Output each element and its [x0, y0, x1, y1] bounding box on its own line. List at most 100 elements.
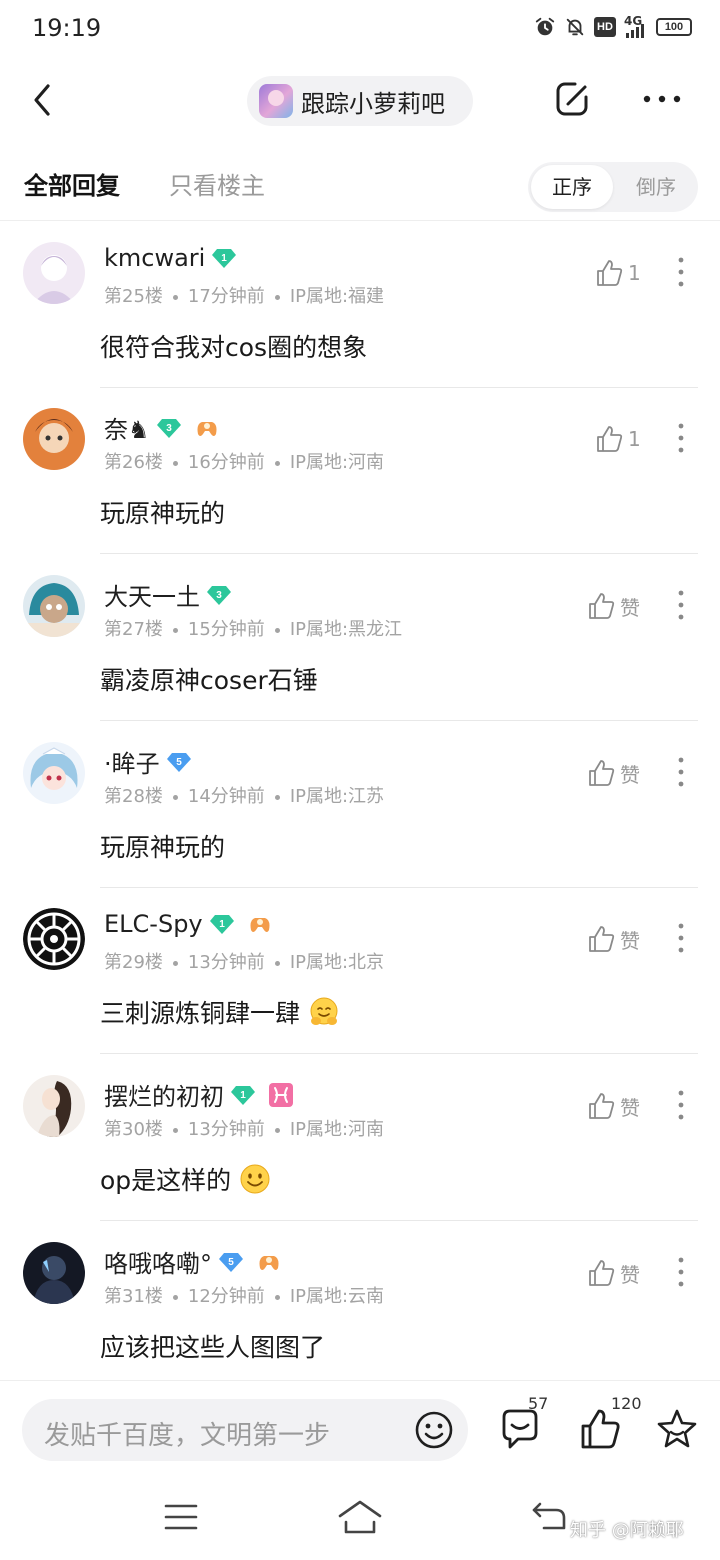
reply-item: 摆烂的初初 1 第30楼 13分钟前 IP属地:河南 op是这样的 赞: [0, 1055, 720, 1221]
username[interactable]: 摆烂的初初 1: [104, 1077, 294, 1112]
order-desc-button[interactable]: 倒序: [618, 165, 694, 209]
reply-text: 霸凌原神coser石锤: [100, 666, 318, 695]
smile-emoji-icon: [240, 1164, 270, 1194]
like-button[interactable]: 赞: [586, 588, 640, 624]
star-icon[interactable]: [656, 1408, 698, 1450]
back-nav-icon[interactable]: [530, 1500, 568, 1532]
comment-icon[interactable]: [498, 1407, 542, 1451]
back-icon[interactable]: [28, 80, 60, 120]
level-number: 3: [216, 590, 222, 601]
level-badge-icon: 1: [209, 915, 234, 934]
reply-text: 应该把这些人图图了: [100, 1333, 326, 1362]
divider: [100, 553, 698, 554]
reply-content[interactable]: op是这样的: [100, 1161, 271, 1197]
avatar[interactable]: [23, 908, 85, 970]
order-asc-button[interactable]: 正序: [531, 165, 613, 209]
username[interactable]: ELC-Spy 1: [104, 910, 273, 938]
reply-input-placeholder: 发贴千百度，文明第一步: [44, 1421, 331, 1451]
like-count-total: 120: [611, 1394, 642, 1413]
reply-meta: 第28楼 14分钟前 IP属地:江苏: [104, 782, 384, 808]
level-number: 1: [219, 919, 225, 930]
like-button[interactable]: 1: [594, 255, 641, 291]
avatar[interactable]: [23, 742, 85, 804]
like-count: 赞: [620, 928, 640, 953]
avatar[interactable]: [23, 1242, 85, 1304]
reply-text: 玩原神玩的: [100, 833, 226, 862]
bottom-action-bar: 发贴千百度，文明第一步 57 120: [0, 1380, 720, 1480]
reply-text: 玩原神玩的: [100, 499, 226, 528]
divider: [100, 720, 698, 721]
username-text: 奈♞: [104, 416, 150, 444]
status-icons: HD 4G 100: [534, 14, 692, 38]
reply-content[interactable]: 玩原神玩的: [100, 828, 225, 864]
username[interactable]: kmcwari 1: [104, 244, 237, 272]
username[interactable]: 奈♞ 3: [104, 410, 220, 445]
like-button[interactable]: 赞: [586, 1088, 640, 1124]
reply-meta: 第29楼 13分钟前 IP属地:北京: [104, 948, 384, 974]
more-options-icon[interactable]: [668, 420, 694, 456]
reply-content[interactable]: 霸凌原神coser石锤: [100, 661, 318, 697]
avatar[interactable]: [23, 408, 85, 470]
edit-icon[interactable]: [554, 80, 592, 118]
level-badge-icon: 3: [156, 418, 181, 438]
username[interactable]: ·眸子 5: [104, 744, 192, 779]
like-count: 赞: [620, 762, 640, 787]
username[interactable]: 咯哦咯嘞° 5: [104, 1244, 282, 1279]
reply-text: op是这样的: [100, 1166, 232, 1195]
reply-content[interactable]: 玩原神玩的: [100, 494, 225, 530]
avatar[interactable]: [23, 1075, 85, 1137]
top-nav: 跟踪小萝莉吧: [0, 64, 720, 136]
more-options-icon[interactable]: [668, 587, 694, 623]
more-options-icon[interactable]: [668, 754, 694, 790]
username[interactable]: 大天一土 3: [104, 577, 232, 612]
reply-content[interactable]: 应该把这些人图图了: [100, 1328, 325, 1364]
like-icon[interactable]: [578, 1407, 622, 1451]
reply-meta: 第31楼 12分钟前 IP属地:云南: [104, 1282, 384, 1308]
username-text: 摆烂的初初: [104, 1083, 224, 1111]
level-badge-icon: 1: [212, 249, 237, 268]
username-text: 咯哦咯嘞°: [104, 1250, 212, 1278]
floor-number: 第31楼: [104, 1286, 163, 1307]
forum-pill[interactable]: 跟踪小萝莉吧: [247, 76, 473, 126]
more-options-icon[interactable]: [668, 1087, 694, 1123]
reply-content[interactable]: 很符合我对cos圈的想象: [100, 328, 367, 364]
more-options-icon[interactable]: [668, 254, 694, 290]
more-options-icon[interactable]: [668, 920, 694, 956]
more-options-icon[interactable]: [668, 1254, 694, 1290]
reply-text: 很符合我对cos圈的想象: [100, 333, 368, 362]
tab-owner-only[interactable]: 只看楼主: [169, 166, 265, 201]
reply-content[interactable]: 三刺源炼铜肆一肆: [100, 994, 340, 1030]
reply-time: 14分钟前: [187, 786, 265, 807]
ip-location: IP属地:江苏: [289, 786, 385, 807]
like-button[interactable]: 赞: [586, 921, 640, 957]
like-count: 1: [628, 427, 641, 451]
menu-icon[interactable]: [164, 1502, 198, 1532]
reply-input[interactable]: 发贴千百度，文明第一步: [22, 1399, 468, 1461]
more-icon[interactable]: [640, 86, 684, 112]
thumbs-up-icon: [597, 426, 623, 452]
username-text: ELC-Spy: [104, 910, 203, 938]
ip-location: IP属地:河南: [289, 452, 385, 473]
like-button[interactable]: 赞: [586, 1255, 640, 1291]
signal-icon: 4G: [624, 14, 648, 38]
reply-item: 咯哦咯嘞° 5 第31楼 12分钟前 IP属地:云南 应该把这些人图图了 赞: [0, 1222, 720, 1380]
avatar[interactable]: [23, 242, 85, 304]
divider: [0, 220, 720, 221]
like-button[interactable]: 赞: [586, 755, 640, 791]
level-number: 1: [240, 1090, 246, 1101]
ip-location: IP属地:黑龙江: [289, 619, 403, 640]
hug-emoji-icon: [310, 997, 338, 1025]
home-icon[interactable]: [336, 1498, 384, 1536]
like-button[interactable]: 1: [594, 421, 641, 457]
reply-time: 16分钟前: [187, 452, 265, 473]
alarm-icon: [535, 17, 555, 36]
floor-number: 第28楼: [104, 786, 163, 807]
like-count: 1: [628, 261, 641, 285]
tab-all-replies[interactable]: 全部回复: [24, 166, 120, 201]
system-nav-bar: 知乎 @阿赖耶: [0, 1480, 720, 1560]
reply-item: 奈♞ 3 第26楼 16分钟前 IP属地:河南 玩原神玩的 1: [0, 388, 720, 554]
avatar[interactable]: [23, 575, 85, 637]
reply-item: ·眸子 5 第28楼 14分钟前 IP属地:江苏 玩原神玩的 赞: [0, 722, 720, 888]
emoji-icon[interactable]: [414, 1410, 454, 1450]
like-count: 赞: [620, 1095, 640, 1120]
